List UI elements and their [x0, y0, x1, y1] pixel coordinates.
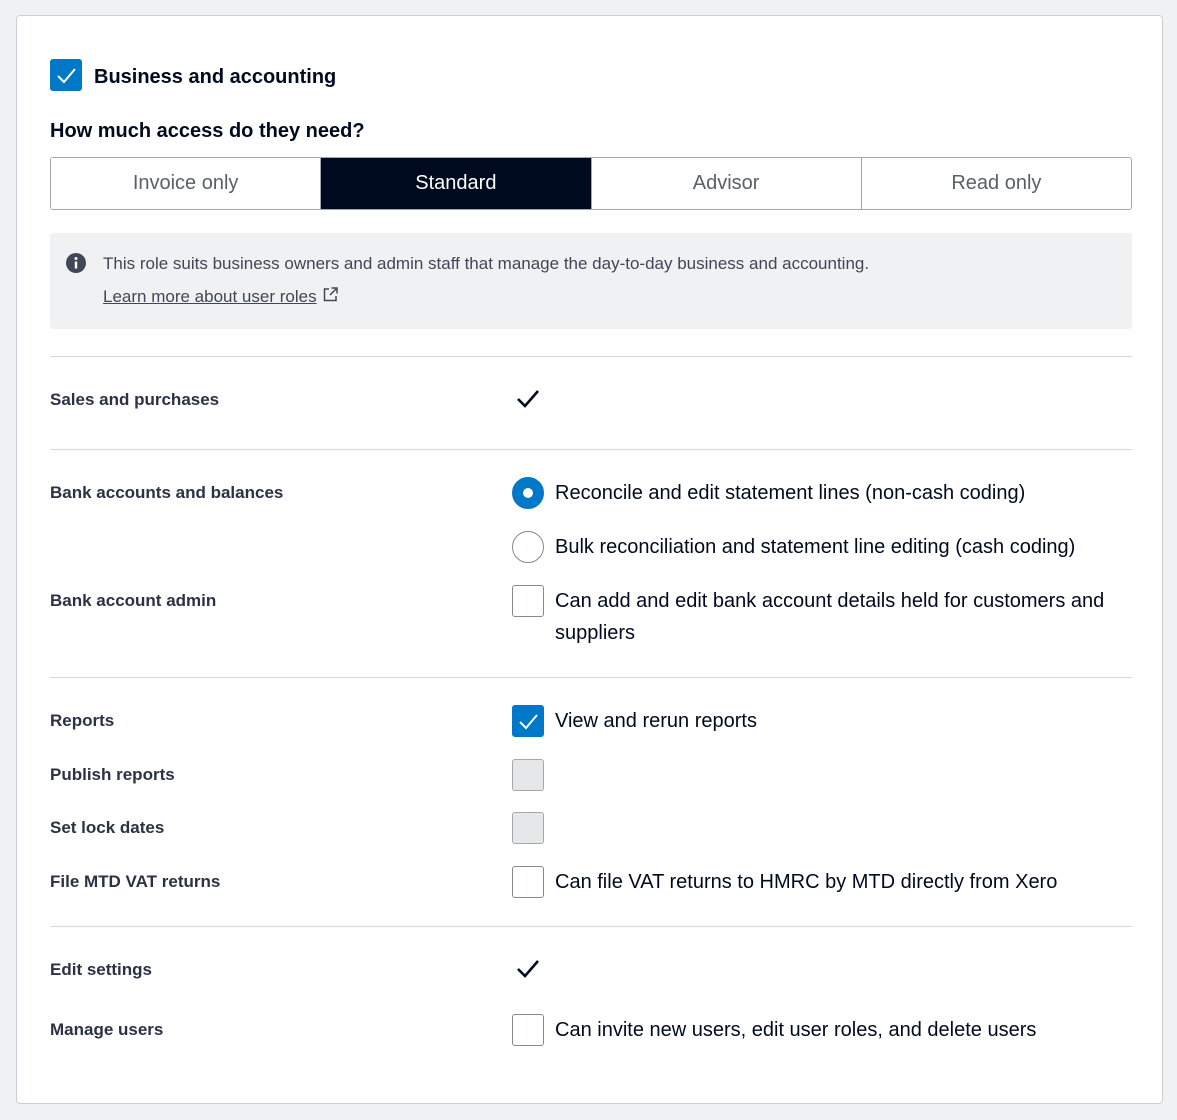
bank-account-admin-text[interactable]: Can add and edit bank account details he… — [555, 585, 1104, 617]
checkbox-box[interactable] — [512, 866, 544, 898]
manage-users-checkbox[interactable] — [512, 1014, 544, 1046]
reports-label: Reports — [50, 711, 115, 730]
bank-accounts-label: Bank accounts and balances — [50, 483, 284, 502]
checkbox-box[interactable] — [512, 812, 544, 844]
external-link-icon — [323, 287, 338, 302]
checkmark-icon — [517, 390, 539, 408]
reports-checkbox[interactable] — [512, 705, 544, 737]
bank-account-admin-label: Bank account admin — [50, 591, 217, 610]
lock-dates-label: Set lock dates — [50, 818, 165, 837]
edit-settings-label: Edit settings — [50, 960, 153, 979]
manage-users-label: Manage users — [50, 1020, 164, 1039]
radio-non-cash-coding-label[interactable]: Reconcile and edit statement lines (non-… — [555, 477, 1025, 509]
checkbox-box[interactable] — [50, 59, 82, 91]
divider — [50, 449, 1132, 450]
section-title: Business and accounting — [94, 66, 337, 88]
access-option-advisor[interactable]: Advisor — [591, 158, 862, 209]
bank-account-admin-checkbox[interactable] — [512, 585, 544, 617]
radio-non-cash-coding[interactable] — [512, 477, 544, 509]
checkbox-box[interactable] — [512, 1014, 544, 1046]
info-icon — [66, 253, 86, 273]
role-info-panel: This role suits business owners and admi… — [50, 233, 1132, 329]
access-option-read-only[interactable]: Read only — [861, 158, 1131, 209]
radio-cash-coding-label[interactable]: Bulk reconciliation and statement line e… — [555, 531, 1075, 563]
bank-account-admin-text-line2[interactable]: suppliers — [555, 617, 635, 649]
radio-circle[interactable] — [512, 531, 544, 563]
checkmark-icon — [517, 960, 539, 978]
access-level-selector: Invoice only Standard Advisor Read only — [50, 157, 1132, 210]
checkmark-icon — [57, 68, 76, 84]
mtd-vat-label: File MTD VAT returns — [50, 872, 221, 891]
learn-more-link[interactable]: Learn more about user roles — [103, 286, 339, 307]
checkbox-box[interactable] — [512, 585, 544, 617]
sales-purchases-label: Sales and purchases — [50, 390, 220, 409]
checkmark-icon — [519, 714, 538, 730]
access-question: How much access do they need? — [50, 120, 365, 142]
radio-cash-coding[interactable] — [512, 531, 544, 563]
lock-dates-checkbox[interactable] — [512, 812, 544, 844]
learn-more-link-text[interactable]: Learn more about user roles — [103, 287, 317, 306]
access-option-invoice-only[interactable]: Invoice only — [51, 158, 322, 209]
role-description: This role suits business owners and admi… — [103, 254, 870, 273]
checkbox-box[interactable] — [512, 705, 544, 737]
divider — [50, 926, 1132, 927]
business-accounting-checkbox[interactable] — [50, 59, 82, 91]
access-card: Business and accounting How much access … — [16, 15, 1163, 1104]
publish-reports-label: Publish reports — [50, 765, 175, 784]
mtd-vat-checkbox[interactable] — [512, 866, 544, 898]
radio-circle[interactable] — [512, 477, 544, 509]
reports-checkbox-text[interactable]: View and rerun reports — [555, 705, 757, 737]
access-option-standard[interactable]: Standard — [321, 158, 592, 209]
manage-users-checkbox-text[interactable]: Can invite new users, edit user roles, a… — [555, 1014, 1036, 1046]
divider — [50, 677, 1132, 678]
checkbox-box[interactable] — [512, 759, 544, 791]
divider — [50, 356, 1132, 357]
mtd-vat-checkbox-text[interactable]: Can file VAT returns to HMRC by MTD dire… — [555, 866, 1057, 898]
publish-reports-checkbox[interactable] — [512, 759, 544, 791]
